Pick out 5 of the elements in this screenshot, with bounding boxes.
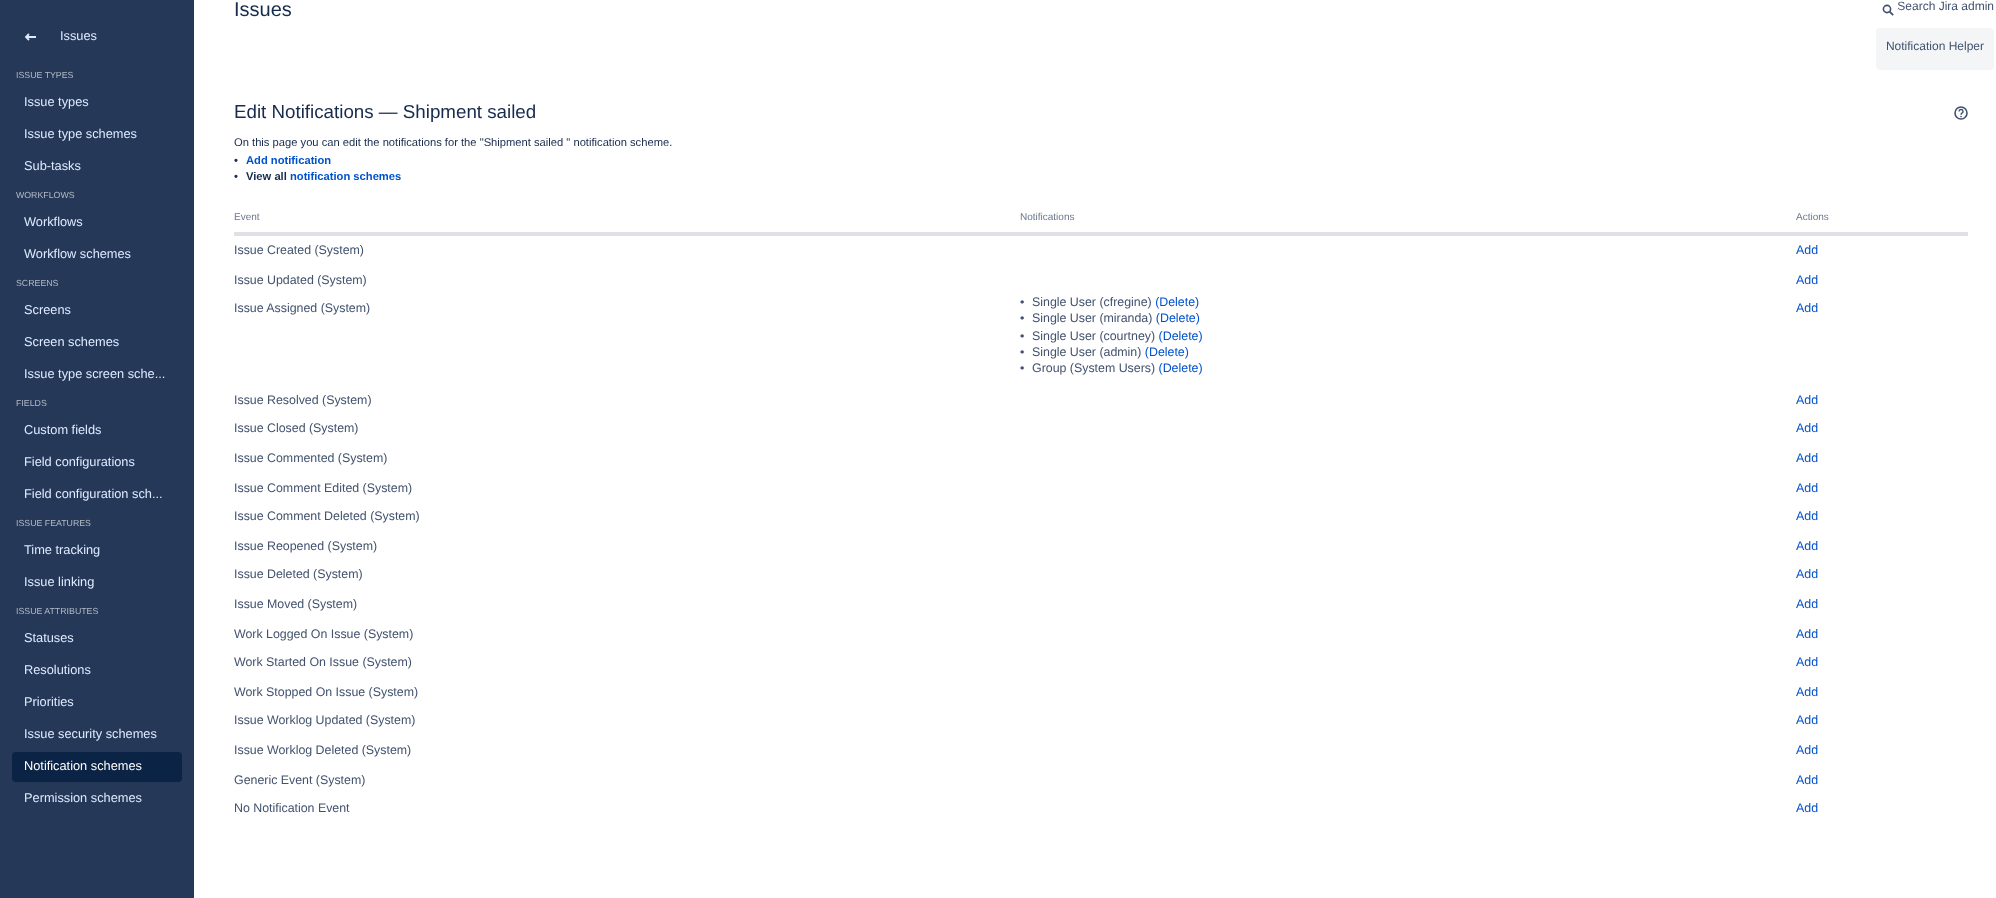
help-icon[interactable]: [1954, 105, 1968, 120]
page-heading: Edit Notifications — Shipment sailed: [234, 98, 537, 126]
search-icon: [1881, 3, 1894, 15]
back-arrow-icon[interactable]: [24, 32, 36, 42]
page-title: Issues: [234, 0, 292, 22]
